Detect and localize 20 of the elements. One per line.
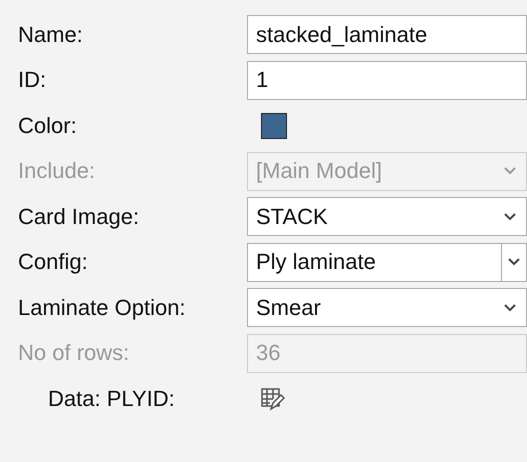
field-label: Color: <box>17 112 78 139</box>
field-label: Laminate Option: <box>17 294 187 321</box>
table-edit-icon[interactable] <box>261 386 285 411</box>
chevron-icon <box>504 304 516 312</box>
combo-box[interactable]: Ply laminate <box>247 242 527 282</box>
field-label: ID: <box>17 67 48 94</box>
color-swatch[interactable] <box>261 112 287 139</box>
dropdown[interactable]: Smear <box>247 288 527 328</box>
chevron-icon <box>504 167 516 176</box>
field-label: Include: <box>17 158 96 184</box>
field-label: Name: <box>17 22 84 48</box>
field-label: Data: PLYID: <box>47 386 176 412</box>
field-label: Card Image: <box>17 204 140 230</box>
field-label: No of rows: <box>17 340 130 366</box>
text-field[interactable]: 1 <box>247 60 527 100</box>
chevron-icon <box>508 258 520 266</box>
text-field[interactable]: stacked_laminate <box>247 15 527 54</box>
field-label: Config: <box>17 249 89 276</box>
dropdown[interactable]: STACK <box>247 197 527 236</box>
chevron-icon <box>504 212 516 221</box>
